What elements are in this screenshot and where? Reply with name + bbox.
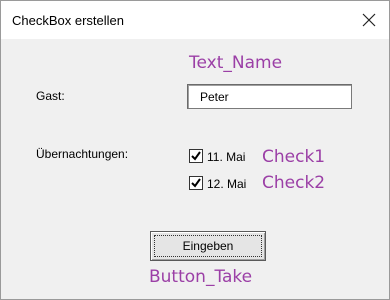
close-icon bbox=[362, 13, 376, 27]
submit-button[interactable]: Eingeben bbox=[150, 231, 266, 261]
guest-label: Gast: bbox=[36, 89, 65, 103]
title-bar[interactable]: CheckBox erstellen bbox=[1, 1, 389, 39]
guest-input-value: Peter bbox=[200, 90, 229, 104]
checkmark-icon bbox=[191, 178, 201, 188]
guest-input[interactable]: Peter bbox=[187, 84, 352, 109]
annotation-button-take: Button_Take bbox=[149, 267, 253, 287]
checkmark-icon bbox=[191, 151, 201, 161]
close-button[interactable] bbox=[355, 7, 383, 33]
submit-button-label: Eingeben bbox=[182, 239, 234, 253]
checkbox-12-mai-label[interactable]: 12. Mai bbox=[207, 177, 246, 191]
dialog-window: CheckBox erstellen Text_Name Gast: Peter… bbox=[0, 0, 390, 300]
annotation-check1: Check1 bbox=[262, 147, 326, 167]
nights-label: Übernachtungen: bbox=[36, 147, 129, 161]
checkbox-11-mai[interactable] bbox=[189, 149, 203, 163]
checkbox-12-mai[interactable] bbox=[189, 176, 203, 190]
checkbox-11-mai-label[interactable]: 11. Mai bbox=[207, 150, 245, 164]
window-title: CheckBox erstellen bbox=[12, 13, 124, 28]
annotation-text-name: Text_Name bbox=[189, 53, 283, 73]
annotation-check2: Check2 bbox=[262, 173, 326, 193]
